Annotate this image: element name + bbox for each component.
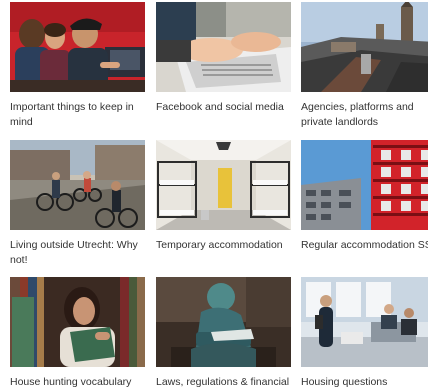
topic-label[interactable]: Important things to keep in mind bbox=[10, 100, 145, 130]
bunk-bed-dorm-photo[interactable] bbox=[156, 140, 291, 230]
topic-label[interactable]: Agencies, platforms and private landlord… bbox=[301, 100, 428, 130]
topic-card-living-outside[interactable]: Living outside Utrecht: Why not! bbox=[10, 140, 145, 268]
topic-card-temporary-accommodation[interactable]: Temporary accommodation bbox=[156, 140, 291, 253]
topic-label[interactable]: Regular accommodation SSH bbox=[301, 238, 428, 253]
topic-label[interactable]: Laws, regulations & financial bbox=[156, 375, 291, 390]
topic-card-laws-regulations[interactable]: Laws, regulations & financial bbox=[156, 277, 291, 390]
topic-label[interactable]: House hunting vocabulary bbox=[10, 375, 145, 390]
topic-label[interactable]: Facebook and social media bbox=[156, 100, 291, 115]
topic-card-vocabulary[interactable]: House hunting vocabulary bbox=[10, 277, 145, 390]
topic-card-agencies[interactable]: Agencies, platforms and private landlord… bbox=[301, 2, 428, 130]
topic-card-facebook[interactable]: Facebook and social media bbox=[156, 2, 291, 115]
topic-label[interactable]: Living outside Utrecht: Why not! bbox=[10, 238, 145, 268]
topic-card-housing-questions[interactable]: Housing questions bbox=[301, 277, 428, 390]
topic-card-regular-accommodation[interactable]: Regular accommodation SSH bbox=[301, 140, 428, 253]
cyclists-street-photo[interactable] bbox=[10, 140, 145, 230]
topic-label[interactable]: Housing questions bbox=[301, 375, 428, 390]
statue-reading-photo[interactable] bbox=[156, 277, 291, 367]
topic-label[interactable]: Temporary accommodation bbox=[156, 238, 291, 253]
topic-card-important-things[interactable]: Important things to keep in mind bbox=[10, 2, 145, 130]
utrecht-rooftops-photo[interactable] bbox=[301, 2, 428, 92]
red-apartment-building-photo[interactable] bbox=[301, 140, 428, 230]
housing-topics-grid: Important things to keep in mind Faceboo… bbox=[0, 0, 428, 390]
woman-reading-library-photo[interactable] bbox=[10, 277, 145, 367]
students-at-laptop-photo[interactable] bbox=[10, 2, 145, 92]
office-people-photo[interactable] bbox=[301, 277, 428, 367]
typing-on-laptop-photo[interactable] bbox=[156, 2, 291, 92]
